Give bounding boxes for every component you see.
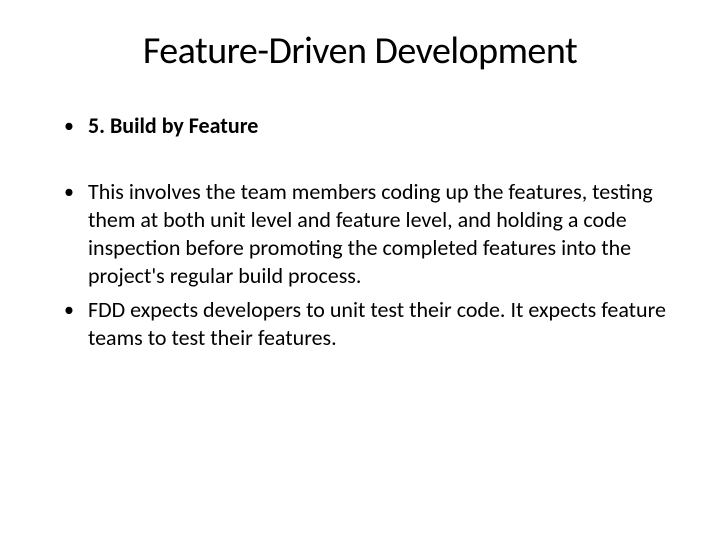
bullet-icon: • bbox=[64, 178, 74, 206]
bullet-text: 5. Build by Feature bbox=[88, 112, 258, 140]
bullet-icon: • bbox=[64, 112, 74, 140]
list-item: • FDD expects developers to unit test th… bbox=[64, 296, 670, 352]
bullet-icon: • bbox=[64, 296, 74, 324]
slide-content: • 5. Build by Feature • This involves th… bbox=[50, 112, 670, 352]
spacer bbox=[64, 146, 670, 178]
list-item: • 5. Build by Feature bbox=[64, 112, 670, 140]
slide-container: Feature-Driven Development • 5. Build by… bbox=[0, 0, 720, 540]
slide-title: Feature-Driven Development bbox=[50, 28, 670, 74]
list-item: • This involves the team members coding … bbox=[64, 178, 670, 290]
bullet-text: This involves the team members coding up… bbox=[88, 178, 670, 290]
bullet-text: FDD expects developers to unit test thei… bbox=[88, 296, 670, 352]
